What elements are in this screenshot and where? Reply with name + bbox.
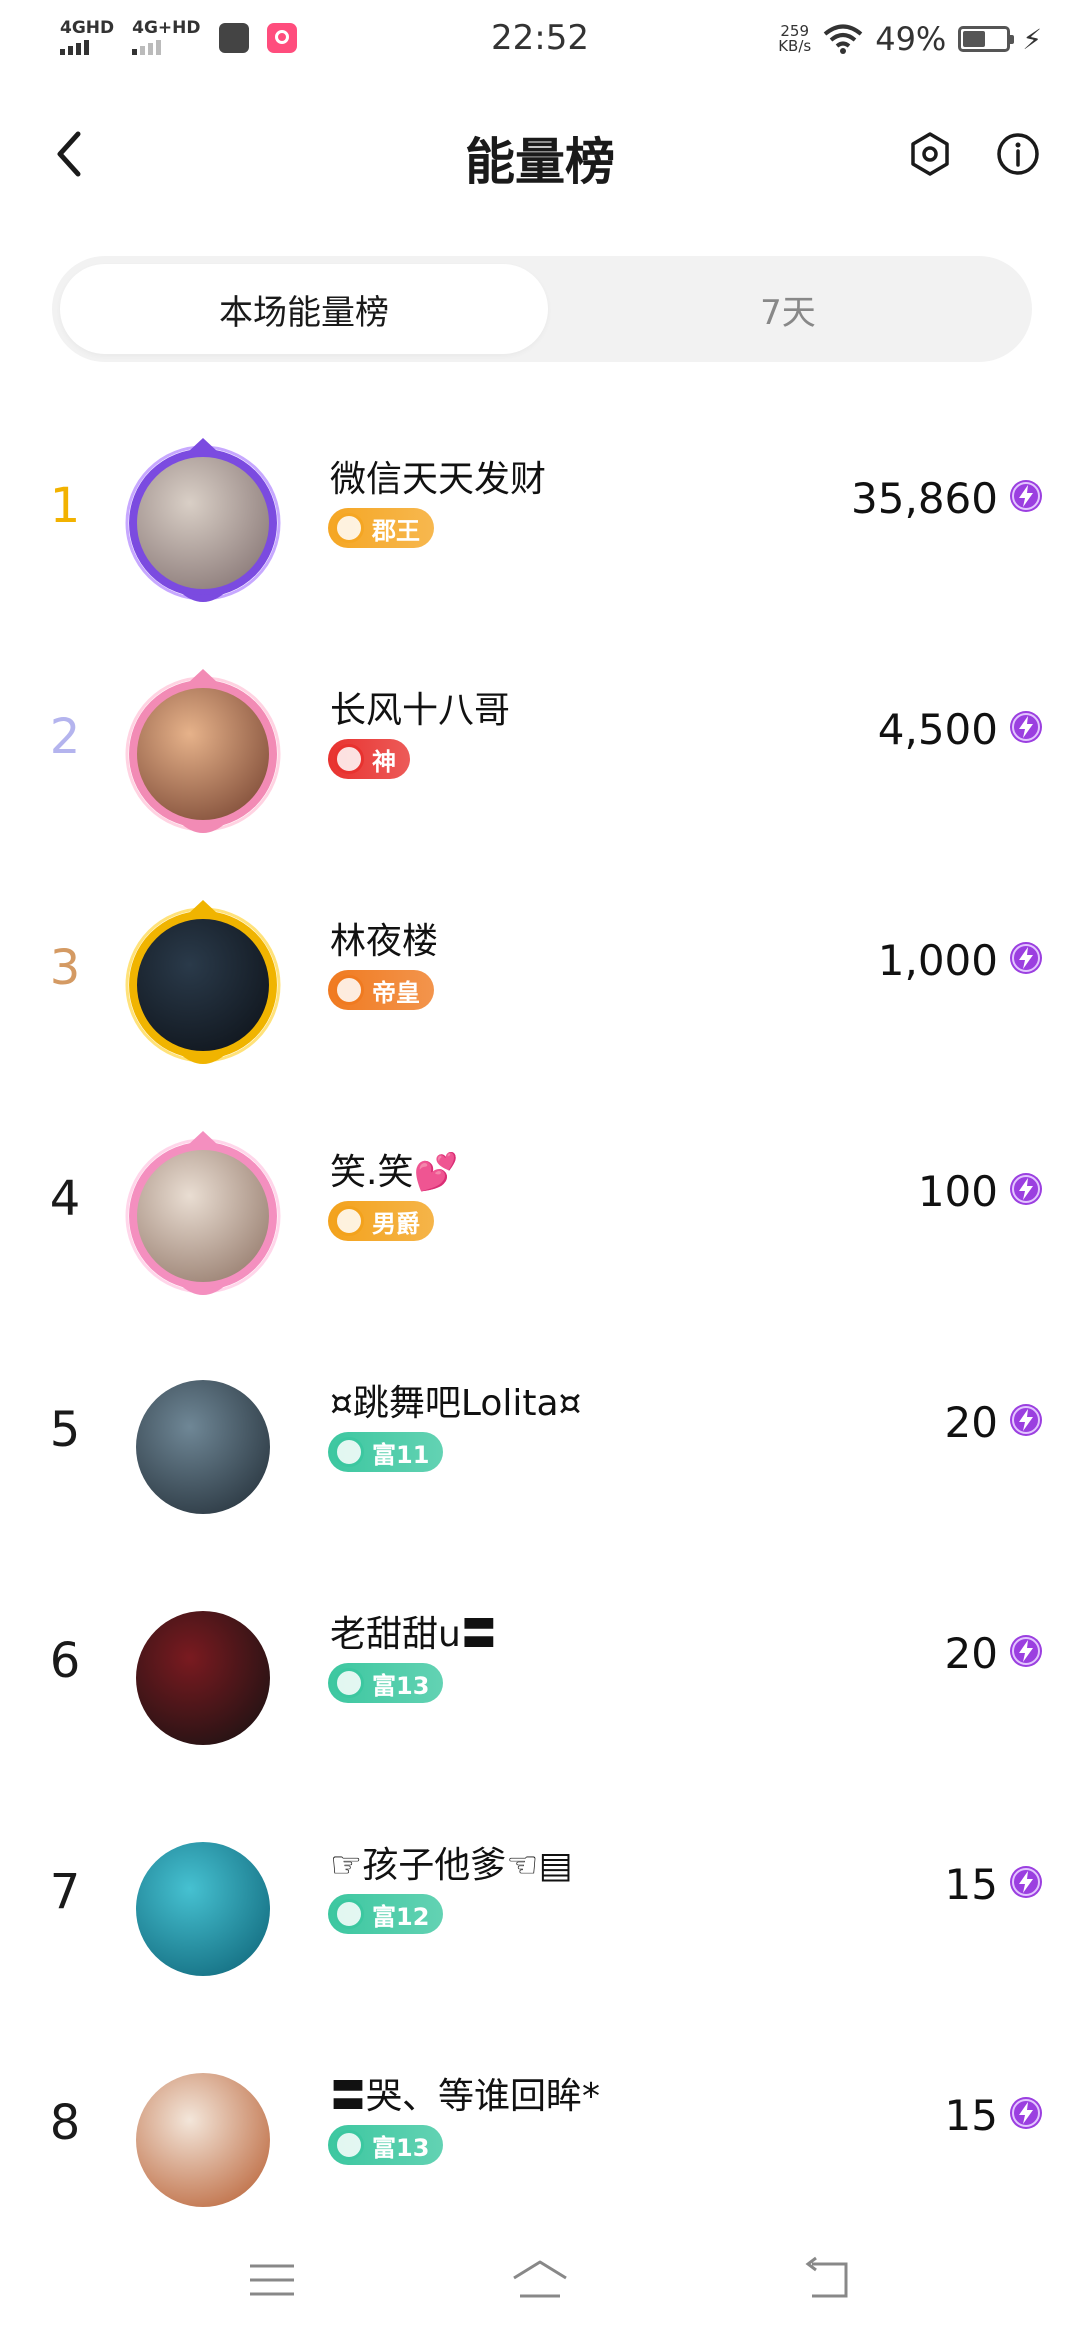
badge-icon [334,1437,364,1467]
energy-score: 4,500 [877,705,998,754]
lightning-energy-icon [1010,1404,1042,1436]
chevron-left-icon[interactable] [44,126,100,182]
ranking-row[interactable]: 6 老甜甜u〓富13 20 [0,1563,1080,1763]
badge-icon [334,975,364,1005]
avatar-frame-icon [125,900,281,1064]
rank-number: 3 [49,940,81,996]
status-right: 259 KB/s 49% ⚡ [778,20,1042,58]
level-badge: 富13 [328,1663,444,1703]
avatar[interactable] [118,1131,288,1301]
ranking-row[interactable]: 8 〓哭、等谁回眸* 富13 15 [0,2025,1080,2225]
energy-score: 15 [944,2091,998,2140]
rank-number: 1 [49,478,81,534]
ranking-row[interactable]: 4 笑.笑💕 男爵 100 [0,1101,1080,1301]
avatar[interactable] [118,438,288,608]
avatar-frame-icon [125,1131,281,1295]
battery-percent: 49% [875,20,947,58]
energy-score: 1,000 [877,936,998,985]
badge-label: 男爵 [372,1209,420,1238]
energy-score: 20 [944,1398,998,1447]
badge-icon [334,744,364,774]
level-badge: 富11 [328,1432,444,1472]
lightning-energy-icon [1010,2097,1042,2129]
level-badge: 男爵 [328,1201,434,1241]
energy-score: 15 [944,1860,998,1909]
battery-icon [958,26,1015,52]
badge-icon [334,513,364,543]
user-name[interactable]: 老甜甜u〓 [330,1605,497,1657]
badge-label: 富13 [372,2133,430,2162]
level-badge: 神 [328,739,410,779]
lightning-energy-icon [1010,1635,1042,1667]
user-name[interactable]: ¤跳舞吧Lolita¤ [330,1374,581,1426]
back-nav-icon[interactable] [798,2250,858,2310]
badge-icon [334,1899,364,1929]
badge-label: 富13 [372,1671,430,1700]
network-speed: 259 KB/s [778,24,811,54]
status-bar: 4GHD 4G+HD 22:52 259 KB/s 49% ⚡ [0,0,1080,84]
energy-score: 35,860 [851,474,998,523]
avatar-image [136,1842,270,1976]
avatar[interactable] [118,1593,288,1763]
tab-7-days[interactable]: 7天 [552,264,1024,354]
avatar[interactable] [118,1362,288,1532]
avatar-frame-icon [125,438,281,602]
level-badge: 富12 [328,1894,444,1934]
hexagon-settings-icon[interactable] [904,128,956,180]
energy-score: 20 [944,1629,998,1678]
user-name[interactable]: 〓哭、等谁回眸* [330,2067,600,2119]
user-name[interactable]: 微信天天发财 [330,450,546,502]
badge-icon [334,1668,364,1698]
info-icon[interactable] [992,128,1044,180]
badge-label: 富12 [372,1902,430,1931]
avatar-image [136,1380,270,1514]
header: 能量榜 [0,110,1080,200]
user-name[interactable]: ☞孩子他爹☜▤ [330,1836,573,1888]
lightning-energy-icon [1010,1866,1042,1898]
energy-score: 100 [917,1167,998,1216]
user-name[interactable]: 林夜楼 [330,912,438,964]
rank-number: 7 [49,1864,81,1920]
ranking-tabs: 本场能量榜 7天 [52,256,1032,362]
ranking-row[interactable]: 7 ☞孩子他爹☜▤ 富12 15 [0,1794,1080,1994]
badge-label: 富11 [372,1440,430,1469]
ranking-row[interactable]: 2 长风十八哥神 4,500 [0,639,1080,839]
user-name[interactable]: 长风十八哥 [330,681,510,733]
rank-number: 4 [49,1171,81,1227]
system-nav-bar [0,2220,1080,2340]
rank-number: 6 [49,1633,81,1689]
level-badge: 富13 [328,2125,444,2165]
rank-number: 5 [49,1402,81,1458]
ranking-row[interactable]: 5 ¤跳舞吧Lolita¤ 富11 20 [0,1332,1080,1532]
badge-icon [334,2130,364,2160]
rank-number: 8 [49,2095,81,2151]
wifi-icon [823,24,863,54]
ranking-row[interactable]: 1 微信天天发财郡王 35,860 [0,408,1080,608]
rank-number: 2 [49,709,81,765]
speed-unit: KB/s [778,37,812,55]
badge-icon [334,1206,364,1236]
avatar-image [136,1611,270,1745]
avatar[interactable] [118,1824,288,1994]
avatar[interactable] [118,2055,288,2225]
lightning-energy-icon [1010,942,1042,974]
lightning-energy-icon [1010,711,1042,743]
menu-icon[interactable] [242,2250,302,2310]
badge-label: 帝皇 [372,978,420,1007]
level-badge: 郡王 [328,508,434,548]
avatar-frame-icon [125,669,281,833]
lightning-energy-icon [1010,1173,1042,1205]
avatar[interactable] [118,900,288,1070]
level-badge: 帝皇 [328,970,434,1010]
badge-label: 郡王 [372,516,420,545]
charging-icon: ⚡ [1022,22,1042,56]
badge-label: 神 [372,747,396,776]
lightning-energy-icon [1010,480,1042,512]
home-icon[interactable] [510,2250,570,2310]
avatar[interactable] [118,669,288,839]
user-name[interactable]: 笑.笑💕 [330,1143,458,1195]
tab-current-session[interactable]: 本场能量榜 [60,264,548,354]
avatar-image [136,2073,270,2207]
ranking-row[interactable]: 3 林夜楼帝皇 1,000 [0,870,1080,1070]
